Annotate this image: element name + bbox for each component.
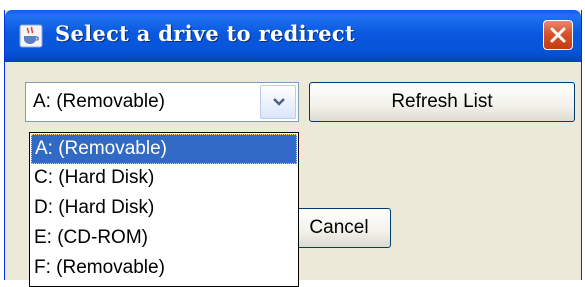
drive-option-e[interactable]: E: (CD-ROM) — [31, 224, 297, 254]
drive-option-c[interactable]: C: (Hard Disk) — [31, 164, 297, 194]
chevron-down-icon — [273, 98, 285, 106]
drive-select[interactable]: A: (Removable) — [25, 82, 299, 122]
drive-option-d[interactable]: D: (Hard Disk) — [31, 194, 297, 224]
close-button[interactable] — [543, 20, 573, 50]
refresh-list-button[interactable]: Refresh List — [309, 82, 575, 122]
dialog-title: Select a drive to redirect — [55, 21, 355, 46]
dropdown-toggle[interactable] — [260, 85, 296, 119]
java-cup-icon — [19, 24, 43, 48]
drive-select-value: A: (Removable) — [33, 91, 165, 112]
close-icon — [550, 27, 566, 43]
title-bar[interactable]: Select a drive to redirect — [5, 10, 581, 62]
select-drive-dialog: Select a drive to redirect A: (Removable… — [4, 10, 582, 287]
drive-option-a[interactable]: A: (Removable) — [31, 134, 297, 164]
drive-option-f[interactable]: F: (Removable) — [31, 254, 297, 284]
cancel-button[interactable]: Cancel — [287, 208, 391, 248]
drive-dropdown-list[interactable]: A: (Removable) C: (Hard Disk) D: (Hard D… — [29, 132, 299, 287]
